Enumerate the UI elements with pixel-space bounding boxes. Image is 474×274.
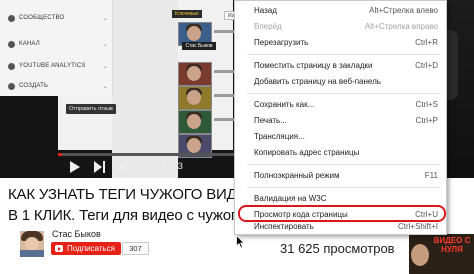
menu-item-back[interactable]: Назад Alt+Стрелка влево bbox=[235, 3, 446, 19]
menu-item-forward[interactable]: Вперёд Alt+Стрелка вправо bbox=[235, 19, 446, 35]
youtube-icon bbox=[55, 245, 63, 252]
analytics-icon bbox=[8, 62, 15, 70]
recommended-thumbnail[interactable]: ВИДЕО С НУЛЯ bbox=[409, 234, 474, 274]
play-icon[interactable] bbox=[70, 161, 80, 173]
chevron-down-icon: ⌄ bbox=[102, 63, 108, 70]
chevron-down-icon: ⌄ bbox=[102, 15, 108, 22]
player-controls: 🔊︎ 0:00 / 3:23 bbox=[58, 157, 238, 177]
mouse-cursor-icon bbox=[236, 235, 245, 249]
thumbnail-text bbox=[214, 30, 234, 33]
progress-fill bbox=[58, 153, 62, 156]
menu-item-save-as[interactable]: Сохранить как... Ctrl+S bbox=[235, 97, 446, 113]
send-feedback-button[interactable]: Отправить отзыв bbox=[66, 104, 116, 114]
menu-item-copy-address[interactable]: Копировать адрес страницы bbox=[235, 145, 446, 161]
sidebar-item-label: СООБЩЕСТВО bbox=[19, 15, 65, 21]
sidebar-item-label: КАНАЛ bbox=[19, 41, 40, 47]
time-display: 0:00 / 3:23 bbox=[138, 161, 183, 172]
next-icon[interactable] bbox=[94, 161, 102, 173]
avatar[interactable] bbox=[20, 231, 44, 257]
menu-item-bookmark[interactable]: Поместить страницу в закладки Ctrl+D bbox=[235, 58, 446, 74]
chevron-down-icon: ⌄ bbox=[102, 83, 108, 90]
menu-separator bbox=[247, 93, 440, 94]
highlight-ring bbox=[238, 205, 446, 222]
menu-item-add-web-panel[interactable]: Добавить страницу на веб-панель bbox=[235, 74, 446, 90]
chevron-down-icon: ⌄ bbox=[102, 41, 108, 48]
menu-item-shortcut: Ctrl+D bbox=[415, 61, 438, 70]
sidebar-item-community[interactable]: СООБЩЕСТВО ⌄ bbox=[8, 10, 108, 26]
community-icon bbox=[8, 14, 15, 22]
keywords-tab[interactable]: Ключевые bbox=[172, 10, 202, 18]
video-list-strip bbox=[112, 0, 178, 178]
next-icon-bar bbox=[103, 161, 105, 173]
menu-item-cast[interactable]: Трансляция... bbox=[235, 129, 446, 145]
menu-item-fullscreen[interactable]: Полноэкранный режим F11 bbox=[235, 168, 446, 184]
create-icon bbox=[8, 82, 15, 90]
progress-bar[interactable] bbox=[58, 153, 238, 156]
menu-item-label: Трансляция... bbox=[254, 132, 305, 141]
sidebar-item-create[interactable]: СОЗДАТЬ ⌄ bbox=[8, 78, 108, 94]
thumbnail-text bbox=[214, 94, 234, 97]
volume-icon[interactable]: 🔊︎ bbox=[116, 159, 124, 175]
sidebar-item-channel[interactable]: КАНАЛ ⌄ bbox=[8, 36, 108, 52]
menu-separator bbox=[247, 187, 440, 188]
menu-item-label: Добавить страницу на веб-панель bbox=[254, 77, 381, 86]
menu-item-label: Полноэкранный режим bbox=[254, 171, 340, 180]
channel-name[interactable]: Стас Быков bbox=[52, 229, 101, 239]
video-thumbnail[interactable] bbox=[178, 86, 212, 110]
menu-item-label: Перезагрузить bbox=[254, 38, 309, 47]
menu-separator bbox=[247, 54, 440, 55]
thumbnail-text bbox=[214, 70, 234, 73]
subscribe-label: Подписаться bbox=[67, 244, 115, 253]
studio-sidebar: СООБЩЕСТВО ⌄ КАНАЛ ⌄ YOUTUBE ANALYTICS ⌄… bbox=[0, 0, 113, 96]
menu-item-label: Копировать адрес страницы bbox=[254, 148, 360, 157]
menu-item-shortcut: Ctrl+P bbox=[415, 116, 438, 125]
channel-icon bbox=[8, 40, 15, 48]
view-count: 31 625 просмотров bbox=[280, 241, 395, 256]
menu-item-label: Поместить страницу в закладки bbox=[254, 61, 373, 70]
sidebar-item-label: YOUTUBE ANALYTICS bbox=[19, 63, 86, 69]
subscriber-count: 307 bbox=[122, 242, 149, 255]
sidebar-item-label: СОЗДАТЬ bbox=[19, 83, 49, 89]
menu-item-shortcut: Alt+Стрелка влево bbox=[369, 6, 438, 15]
video-thumbnail[interactable] bbox=[178, 110, 212, 134]
menu-item-print[interactable]: Печать... Ctrl+P bbox=[235, 113, 446, 129]
thumbnail-text bbox=[214, 118, 234, 121]
menu-item-shortcut: F11 bbox=[424, 171, 438, 180]
menu-item-label: Сохранить как... bbox=[254, 100, 315, 109]
video-thumbnail[interactable] bbox=[178, 62, 212, 86]
menu-item-shortcut: Ctrl+R bbox=[415, 38, 438, 47]
menu-item-shortcut: Alt+Стрелка вправо bbox=[364, 22, 438, 31]
menu-item-shortcut: Ctrl+S bbox=[415, 100, 438, 109]
context-menu: Назад Alt+Стрелка влево Вперёд Alt+Стрел… bbox=[234, 0, 447, 235]
sidebar-item-analytics[interactable]: YOUTUBE ANALYTICS ⌄ bbox=[8, 58, 108, 74]
subscribe-button[interactable]: Подписаться bbox=[51, 242, 121, 255]
thumbnail-caption: Стас Быков bbox=[182, 42, 216, 50]
menu-separator bbox=[247, 164, 440, 165]
menu-item-label: Назад bbox=[254, 6, 277, 15]
menu-item-label: Печать... bbox=[254, 116, 287, 125]
menu-item-label: Вперёд bbox=[254, 22, 282, 31]
menu-item-reload[interactable]: Перезагрузить Ctrl+R bbox=[235, 35, 446, 51]
recommended-thumbnail-text: ВИДЕО С НУЛЯ bbox=[433, 236, 471, 254]
